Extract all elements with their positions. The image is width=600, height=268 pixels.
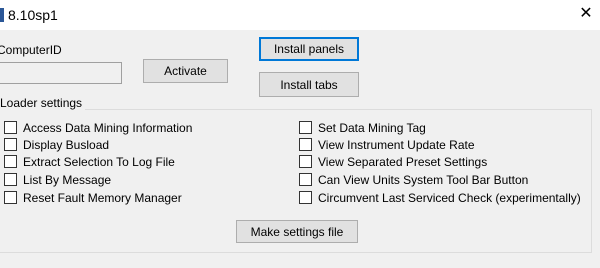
checkbox-extract-selection-to-log-file[interactable]: Extract Selection To Log File: [4, 153, 175, 170]
title-bar: 8.10sp1 ✕: [0, 0, 600, 30]
checkbox-box[interactable]: [4, 173, 17, 186]
checkbox-box[interactable]: [299, 191, 312, 204]
checkbox-box[interactable]: [4, 121, 17, 134]
make-settings-file-button[interactable]: Make settings file: [236, 220, 358, 243]
close-icon[interactable]: ✕: [577, 5, 595, 23]
checkbox-set-data-mining-tag[interactable]: Set Data Mining Tag: [299, 119, 426, 136]
checkbox-box[interactable]: [299, 138, 312, 151]
checkbox-label: Set Data Mining Tag: [318, 120, 426, 135]
checkbox-reset-fault-memory-manager[interactable]: Reset Fault Memory Manager: [4, 189, 182, 206]
checkbox-box[interactable]: [4, 191, 17, 204]
checkbox-label: Access Data Mining Information: [23, 120, 193, 135]
checkbox-label: View Instrument Update Rate: [318, 137, 475, 152]
checkbox-box[interactable]: [4, 138, 17, 151]
checkbox-label: Circumvent Last Serviced Check (experime…: [318, 190, 581, 205]
checkbox-view-instrument-update-rate[interactable]: View Instrument Update Rate: [299, 136, 475, 153]
checkbox-label: List By Message: [23, 172, 112, 187]
checkbox-display-busload[interactable]: Display Busload: [4, 136, 109, 153]
checkbox-label: Can View Units System Tool Bar Button: [318, 172, 529, 187]
install-panels-button[interactable]: Install panels: [259, 37, 359, 61]
checkbox-access-data-mining-information[interactable]: Access Data Mining Information: [4, 119, 192, 136]
checkbox-can-view-units-system-tool-bar-button[interactable]: Can View Units System Tool Bar Button: [299, 171, 528, 188]
checkbox-circumvent-last-serviced-check[interactable]: Circumvent Last Serviced Check (experime…: [299, 189, 581, 206]
computer-id-label: ComputerID: [0, 43, 62, 57]
checkbox-label: View Separated Preset Settings: [318, 154, 488, 169]
checkbox-box[interactable]: [299, 121, 312, 134]
checkbox-label: Reset Fault Memory Manager: [23, 190, 182, 205]
activate-button[interactable]: Activate: [143, 59, 228, 83]
checkbox-label: Extract Selection To Log File: [23, 154, 175, 169]
checkbox-label: Display Busload: [23, 137, 110, 152]
checkbox-box[interactable]: [299, 173, 312, 186]
loader-settings-title: Loader settings: [0, 96, 86, 110]
install-tabs-button[interactable]: Install tabs: [259, 72, 359, 97]
window-title: 8.10sp1: [8, 7, 58, 23]
checkbox-box[interactable]: [4, 155, 17, 168]
checkbox-list-by-message[interactable]: List By Message: [4, 171, 111, 188]
computer-id-field[interactable]: [0, 62, 122, 84]
checkbox-box[interactable]: [299, 155, 312, 168]
app-icon: [0, 8, 4, 22]
checkbox-view-separated-preset-settings[interactable]: View Separated Preset Settings: [299, 153, 487, 170]
